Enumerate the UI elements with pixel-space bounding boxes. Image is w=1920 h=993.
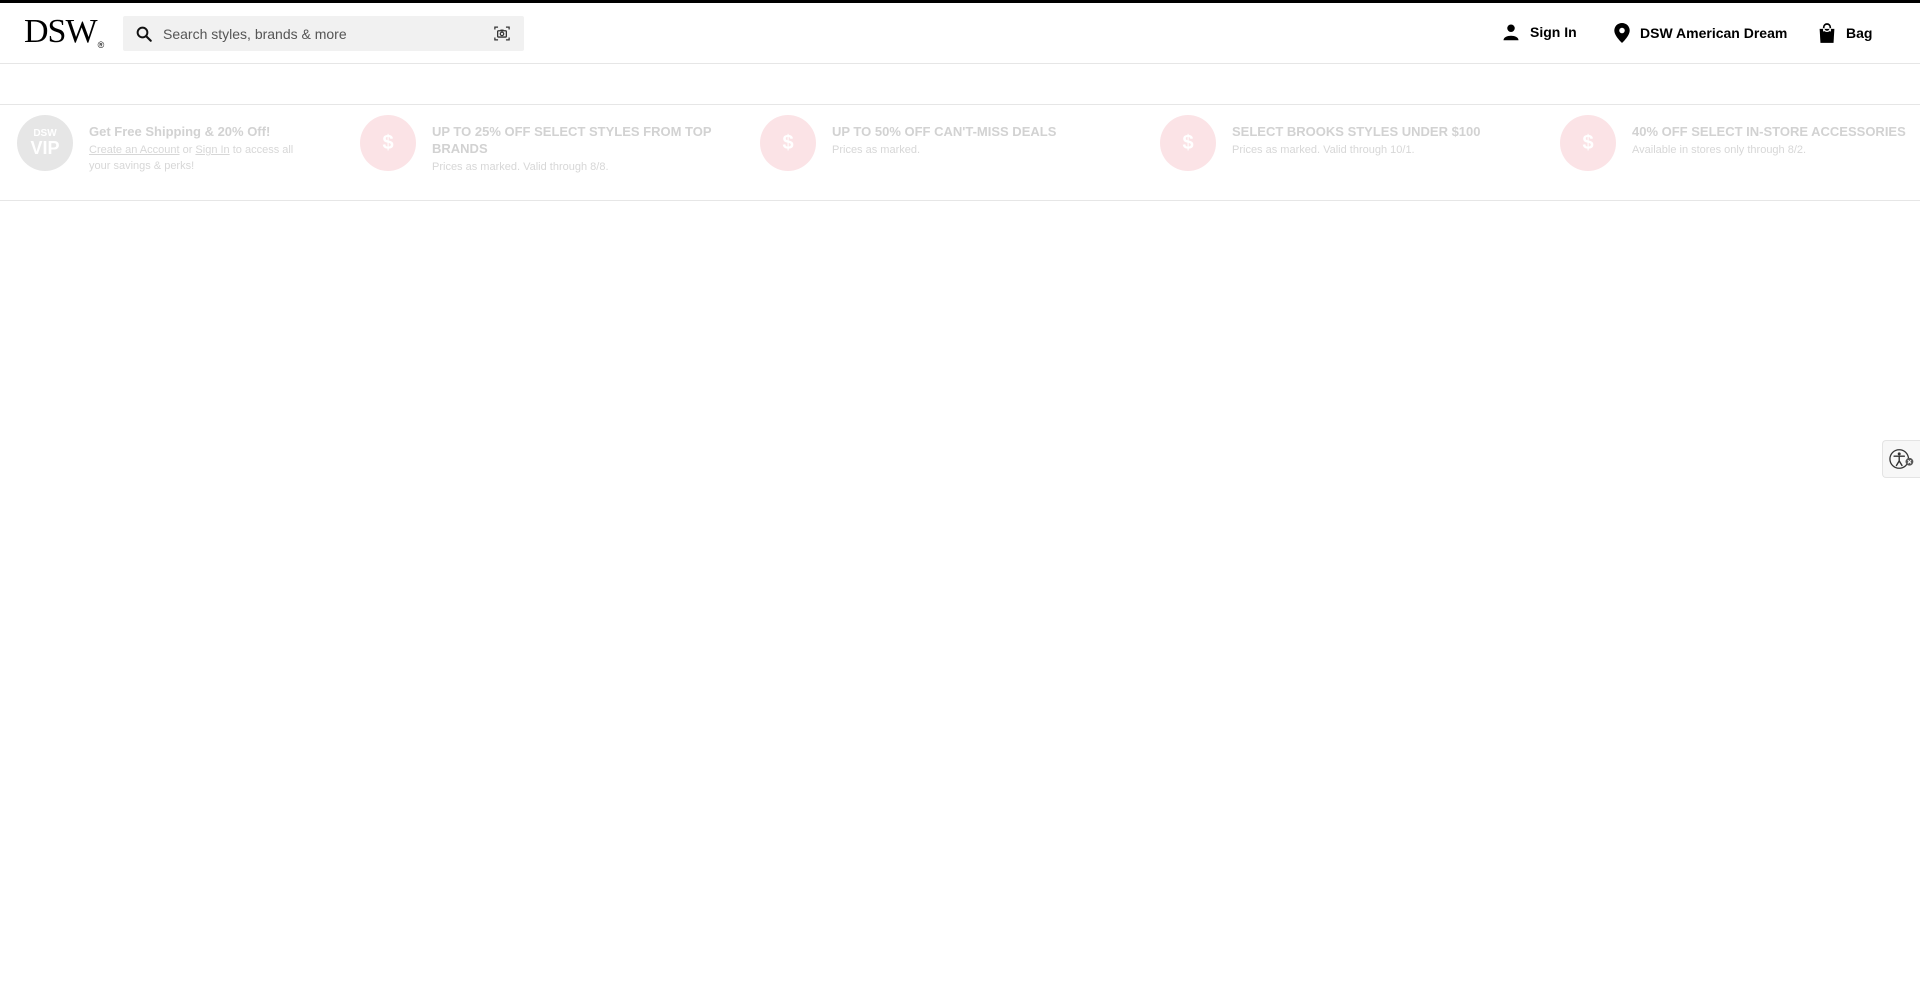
camera-search-icon[interactable] (492, 24, 512, 43)
store-selector[interactable]: DSW American Dream (1614, 23, 1787, 43)
promo-bar: DSW VIP Get Free Shipping & 20% Off! Cre… (0, 105, 1920, 201)
promo-subtext: Create an Account or Sign In to access a… (89, 144, 294, 172)
category-nav (0, 64, 1920, 105)
bag-link[interactable]: Bag (1818, 23, 1872, 43)
search-box (123, 16, 524, 51)
vip-badge-icon: DSW VIP (17, 115, 73, 171)
sign-in-promo-link[interactable]: Sign In (195, 144, 229, 156)
dollar-badge-icon: $ (1560, 115, 1616, 171)
promo-top-brands[interactable]: $ UP TO 25% OFF SELECT STYLES FROM TOP B… (360, 115, 720, 175)
promo-brooks[interactable]: $ SELECT BROOKS STYLES UNDER $100 Prices… (1160, 115, 1520, 171)
store-label: DSW American Dream (1640, 25, 1788, 41)
sign-in-link[interactable]: Sign In (1502, 23, 1577, 41)
create-account-link[interactable]: Create an Account (89, 144, 180, 156)
promo-subtext: Prices as marked. Valid through 8/8. (432, 161, 609, 173)
promo-title: Get Free Shipping & 20% Off! (89, 124, 271, 139)
promo-title: UP TO 50% OFF CAN'T-MISS DEALS (832, 124, 1057, 139)
promo-vip[interactable]: DSW VIP Get Free Shipping & 20% Off! Cre… (17, 115, 317, 174)
bag-label: Bag (1846, 25, 1873, 41)
dsw-logo[interactable]: DSW® (24, 15, 104, 62)
shopping-bag-icon (1819, 23, 1835, 43)
promo-title: 40% OFF SELECT IN-STORE ACCESSORIES (1632, 124, 1906, 139)
search-input[interactable] (161, 16, 481, 51)
promo-subtext: Available in stores only through 8/2. (1632, 144, 1807, 156)
accessibility-icon (1888, 449, 1913, 469)
site-header: DSW® Sign In DSW American Dr (0, 3, 1920, 64)
promo-title: SELECT BROOKS STYLES UNDER $100 (1232, 124, 1481, 139)
location-pin-icon (1614, 23, 1630, 43)
search-icon[interactable] (135, 25, 153, 43)
sign-in-label: Sign In (1530, 24, 1577, 40)
promo-cant-miss[interactable]: $ UP TO 50% OFF CAN'T-MISS DEALS Prices … (760, 115, 1120, 171)
accessibility-button[interactable] (1882, 440, 1920, 478)
promo-subtext: Prices as marked. (832, 144, 921, 156)
promo-subtext: Prices as marked. Valid through 10/1. (1232, 144, 1415, 156)
person-icon (1503, 24, 1519, 41)
promo-title: UP TO 25% OFF SELECT STYLES FROM TOP BRA… (432, 124, 712, 156)
dollar-badge-icon: $ (360, 115, 416, 171)
dollar-badge-icon: $ (1160, 115, 1216, 171)
promo-accessories[interactable]: $ 40% OFF SELECT IN-STORE ACCESSORIES Av… (1560, 115, 1915, 171)
dollar-badge-icon: $ (760, 115, 816, 171)
